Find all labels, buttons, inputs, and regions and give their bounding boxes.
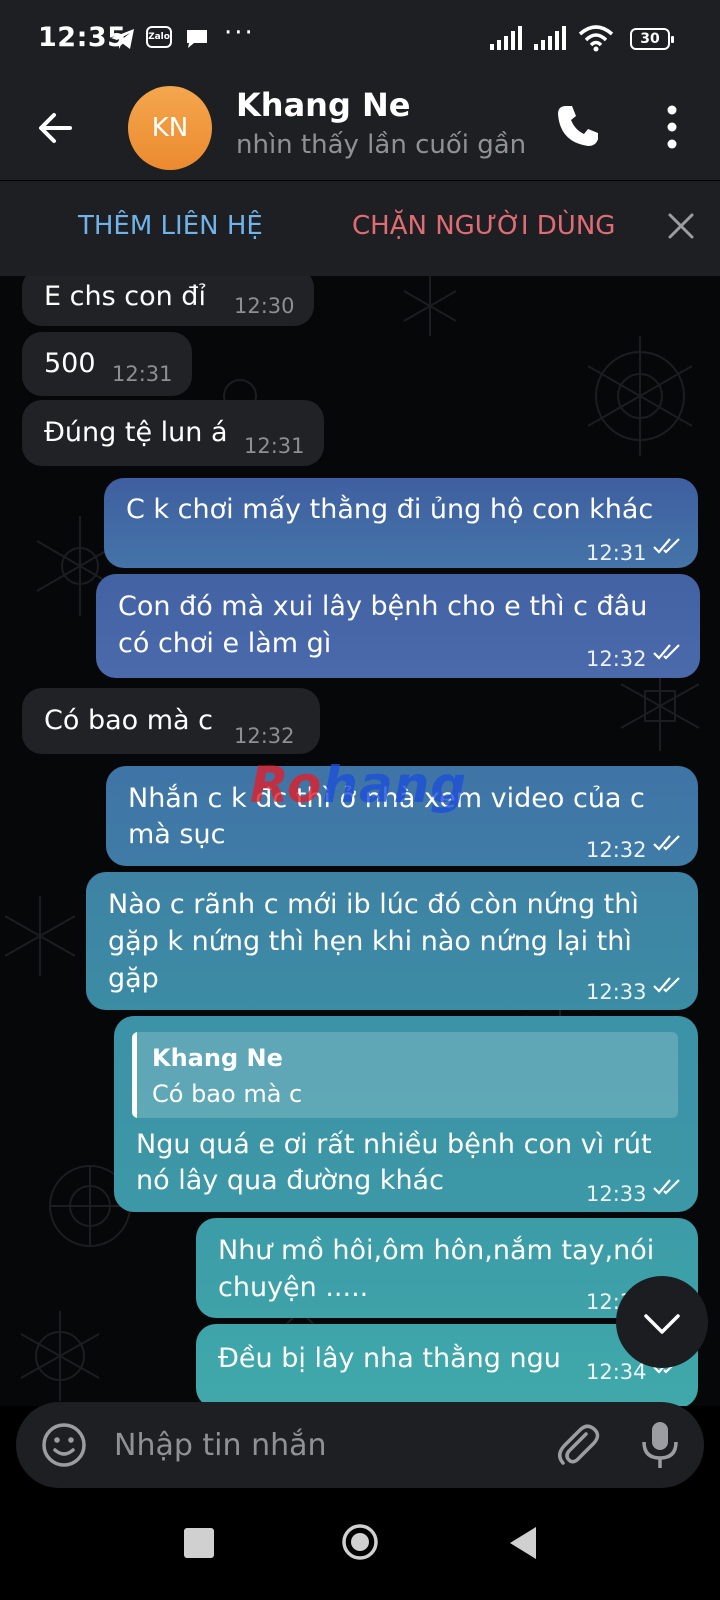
back-arrow-icon[interactable] <box>30 103 80 153</box>
phone-icon[interactable] <box>552 100 604 152</box>
chat-area[interactable]: E chs con đỉ 12:30 500 12:31 Đúng tệ lun… <box>0 276 720 1406</box>
message-text: E chs con đỉ <box>44 281 206 312</box>
message-time: 12:32 <box>586 838 647 862</box>
chevron-down-icon <box>644 1314 680 1334</box>
close-icon[interactable] <box>662 207 700 245</box>
home-icon[interactable] <box>340 1522 380 1562</box>
message-text: Ngu quá e ơi rất nhiều bệnh con vì rút <box>136 1129 652 1160</box>
message-input[interactable] <box>114 1420 514 1470</box>
add-contact-button[interactable]: THÊM LIÊN HỆ <box>78 211 263 241</box>
message-composer <box>16 1402 704 1488</box>
message-incoming[interactable]: E chs con đỉ 12:30 <box>22 276 314 326</box>
message-outgoing[interactable]: Khang Ne Có bao mà c Ngu quá e ơi rất nh… <box>114 1016 698 1212</box>
message-time: 12:31 <box>112 362 173 386</box>
message-text: Đều bị lây nha thằng ngu <box>218 1343 561 1374</box>
system-navigation-bar <box>0 1490 720 1600</box>
chat-icon <box>187 30 207 48</box>
battery-icon: 30 <box>630 28 674 50</box>
more-dots-icon: ··· <box>224 18 255 48</box>
message-time: 12:30 <box>234 294 295 318</box>
double-check-icon <box>653 644 680 660</box>
message-text: chuyện ..... <box>218 1272 369 1303</box>
double-check-icon <box>653 977 680 993</box>
emoji-icon[interactable] <box>40 1421 88 1469</box>
avatar[interactable]: KN <box>128 86 212 170</box>
signal-icon <box>534 26 566 50</box>
watermark-part-1: Ro <box>250 756 323 814</box>
message-text: gặp k nứng thì hẹn khi nào nứng lại thì <box>108 926 632 957</box>
zalo-icon: Zalo <box>146 26 172 48</box>
telegram-icon <box>111 29 134 49</box>
reply-text: Có bao mà c <box>152 1080 303 1108</box>
message-text: gặp <box>108 963 159 994</box>
double-check-icon <box>653 835 680 851</box>
paperclip-icon[interactable] <box>552 1420 602 1470</box>
reply-author: Khang Ne <box>152 1044 283 1072</box>
recent-apps-icon[interactable] <box>184 1528 214 1558</box>
message-text: có chơi e làm gì <box>118 628 332 659</box>
watermark-part-2: hang <box>322 756 468 814</box>
message-time: 12:32 <box>586 647 647 671</box>
message-text: Con đó mà xui lây bệnh cho e thì c đâu <box>118 591 648 622</box>
message-text: Có bao mà c <box>44 705 214 736</box>
contact-name[interactable]: Khang Ne <box>236 86 410 124</box>
message-incoming[interactable]: Đúng tệ lun á 12:31 <box>22 400 324 466</box>
message-incoming[interactable]: 500 12:31 <box>22 332 192 396</box>
message-time: 12:33 <box>586 980 647 1004</box>
contact-status: nhìn thấy lần cuối gần đây <box>236 130 530 160</box>
watermark-logo: Rohang <box>250 756 467 814</box>
message-text: 500 <box>44 348 96 379</box>
wifi-icon <box>578 25 614 52</box>
chat-header: KN Khang Ne nhìn thấy lần cuối gần đây <box>0 78 720 180</box>
back-triangle-icon[interactable] <box>506 1524 540 1562</box>
message-text: nó lây qua đường khác <box>136 1165 444 1196</box>
message-outgoing[interactable]: C k chơi mấy thằng đi ủng hộ con khác 12… <box>104 478 698 568</box>
message-outgoing[interactable]: Con đó mà xui lây bệnh cho e thì c đâu c… <box>96 574 700 678</box>
double-check-icon <box>653 538 680 554</box>
reply-quote[interactable]: Khang Ne Có bao mà c <box>132 1032 678 1118</box>
message-time: 12:33 <box>586 1182 647 1206</box>
microphone-icon[interactable] <box>638 1418 682 1472</box>
message-text: mà sục <box>128 819 226 850</box>
message-outgoing[interactable]: Nào c rãnh c mới ib lúc đó còn nứng thì … <box>86 872 698 1010</box>
block-user-button[interactable]: CHẶN NGƯỜI DÙNG <box>352 211 615 241</box>
signal-icon <box>490 26 522 50</box>
double-check-icon <box>653 1179 680 1195</box>
message-text: Nào c rãnh c mới ib lúc đó còn nứng thì <box>108 889 639 920</box>
more-vertical-icon[interactable] <box>652 100 692 154</box>
message-time: 12:31 <box>586 541 647 565</box>
message-text: Như mồ hôi,ôm hôn,nắm tay,nói <box>218 1235 655 1266</box>
message-text: Đúng tệ lun á <box>44 417 228 448</box>
message-text: C k chơi mấy thằng đi ủng hộ con khác <box>126 494 654 525</box>
status-bar: 12:35 Zalo ··· 30 <box>0 0 720 78</box>
reply-bar <box>132 1032 137 1118</box>
scroll-down-button[interactable] <box>616 1276 708 1368</box>
message-time: 12:32 <box>234 724 295 748</box>
message-incoming[interactable]: Có bao mà c 12:32 <box>22 688 320 754</box>
contact-action-bar: THÊM LIÊN HỆ CHẶN NGƯỜI DÙNG <box>0 180 720 276</box>
message-time: 12:31 <box>244 434 305 458</box>
